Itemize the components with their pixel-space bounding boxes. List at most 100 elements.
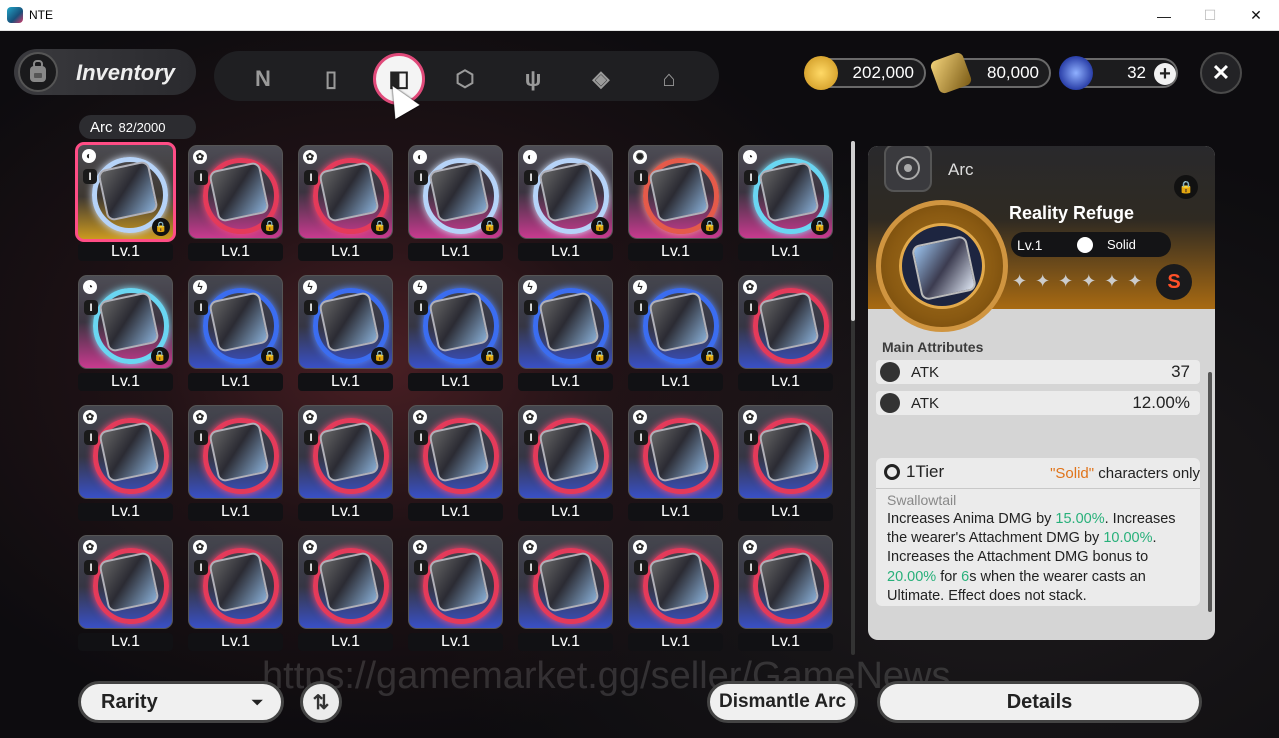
arc-item[interactable]: ✿ I Lv.1 xyxy=(184,531,286,651)
details-button[interactable]: Details xyxy=(877,681,1202,723)
arc-item-level: Lv.1 xyxy=(408,243,503,261)
dismantle-arc-button[interactable]: Dismantle Arc xyxy=(707,681,858,723)
arc-class-icon: ✿ xyxy=(523,540,537,554)
currency-ticket: 80,000 xyxy=(929,51,1051,95)
arc-level: Lv.1 xyxy=(1017,236,1043,253)
arc-item[interactable]: ✿ I Lv.1 xyxy=(294,401,396,521)
arc-item[interactable]: ✿ I Lv.1 xyxy=(74,401,176,521)
tab-home[interactable]: ⌂ xyxy=(647,57,691,101)
arc-item-art: ◔ I 🔒 xyxy=(78,275,173,369)
grid-scroll-thumb[interactable] xyxy=(851,141,855,321)
arc-disc-art xyxy=(758,291,820,353)
tier-marker: I xyxy=(304,430,318,445)
arc-item[interactable]: ✿ I Lv.1 xyxy=(514,531,616,651)
arc-item[interactable]: ✿ I Lv.1 xyxy=(734,271,836,391)
arc-item[interactable]: ◔ I 🔒 Lv.1 xyxy=(734,141,836,261)
arc-item-art: ϟ I 🔒 xyxy=(408,275,503,369)
arc-item[interactable]: ϟ I 🔒 Lv.1 xyxy=(624,271,726,391)
arc-class-icon: ϟ xyxy=(523,280,537,294)
tab-n-logo[interactable]: N xyxy=(241,57,285,101)
arc-item[interactable]: ✿ I Lv.1 xyxy=(624,531,726,651)
arc-item[interactable]: ✿ I Lv.1 xyxy=(74,531,176,651)
arc-item[interactable]: ϟ I 🔒 Lv.1 xyxy=(514,271,616,391)
tier-marker: I xyxy=(744,170,758,185)
tab-utensils[interactable]: ψ xyxy=(511,57,555,101)
arc-item[interactable]: ϟ I 🔒 Lv.1 xyxy=(294,271,396,391)
tier-marker: I xyxy=(414,170,428,185)
gold-coin-icon xyxy=(804,56,838,90)
tab-cube[interactable]: ⬡ xyxy=(443,57,487,101)
arc-item[interactable]: ✿ I Lv.1 xyxy=(404,401,506,521)
arc-item[interactable]: ✿ I Lv.1 xyxy=(734,531,836,651)
arc-item[interactable]: ◐ I 🔒 Lv.1 xyxy=(404,141,506,261)
maximize-button[interactable]: ☐ xyxy=(1187,0,1233,31)
sort-order-button[interactable]: ⇅ xyxy=(300,681,342,723)
tier-marker: I xyxy=(524,300,538,315)
skill-name: Swallowtail xyxy=(887,492,957,508)
arc-class-icon: ✿ xyxy=(193,540,207,554)
tab-gem[interactable]: ◈ xyxy=(579,57,623,101)
arc-item-art: ✿ I 🔒 xyxy=(298,145,393,239)
tier-marker: I xyxy=(524,430,538,445)
arc-class-icon: ✿ xyxy=(193,150,207,164)
arc-disc-art xyxy=(758,421,820,483)
arc-disc-art xyxy=(648,161,710,223)
arc-item[interactable]: ✿ I 🔒 Lv.1 xyxy=(294,141,396,261)
arc-disc-art xyxy=(648,291,710,353)
arc-item[interactable]: ✿ I Lv.1 xyxy=(184,401,286,521)
app-icon xyxy=(7,7,23,23)
arc-item[interactable]: ◔ I 🔒 Lv.1 xyxy=(74,271,176,391)
arc-item[interactable]: ϟ I 🔒 Lv.1 xyxy=(184,271,286,391)
arc-item-level: Lv.1 xyxy=(298,633,393,651)
arc-item-art: ✿ I xyxy=(738,405,833,499)
arc-class-icon: ✿ xyxy=(413,410,427,424)
arc-class-label: Solid xyxy=(1107,237,1136,252)
n-logo-icon: N xyxy=(255,66,271,91)
arc-class-icon: ✿ xyxy=(633,540,647,554)
detail-category: Arc xyxy=(948,160,974,179)
arc-item[interactable]: ϟ I 🔒 Lv.1 xyxy=(404,271,506,391)
arc-item[interactable]: ✿ I Lv.1 xyxy=(404,531,506,651)
detail-lock-button[interactable]: 🔒 xyxy=(1174,175,1198,199)
arc-disc-art xyxy=(538,551,600,613)
arc-item-level: Lv.1 xyxy=(628,243,723,261)
home-icon: ⌂ xyxy=(662,66,676,91)
arc-item[interactable]: ◐ I 🔒 Lv.1 xyxy=(514,141,616,261)
highlight-value: 10.00% xyxy=(1103,530,1153,547)
rarity-dropdown[interactable]: Rarity ⏷ xyxy=(78,681,284,723)
tier-marker: I xyxy=(194,430,208,445)
tier-marker: I xyxy=(634,170,648,185)
arc-class-icon: ◐ xyxy=(413,150,427,164)
arc-item[interactable]: ✿ I Lv.1 xyxy=(624,401,726,521)
arc-level-pill: Lv.1 Solid xyxy=(1011,232,1171,257)
arc-disc-art xyxy=(428,161,490,223)
lock-icon: 🔒 xyxy=(701,217,719,235)
minimize-button[interactable]: — xyxy=(1141,0,1187,31)
tab-gameboy[interactable]: ▯ xyxy=(309,57,353,101)
currency-ticket-value: 80,000 xyxy=(987,63,1039,82)
arc-item-art: ✿ I xyxy=(628,405,723,499)
cube-icon: ⬡ xyxy=(455,66,475,91)
game-viewport: Inventory N ▯ ◧ ⬡ ψ ◈ ⌂ 202,000 80,000 32 + ✕ … xyxy=(0,31,1279,738)
arc-item[interactable]: ✿ I Lv.1 xyxy=(514,401,616,521)
detail-scrollbar[interactable] xyxy=(1208,372,1212,612)
arc-class-icon: ✿ xyxy=(303,150,317,164)
add-currency-button[interactable]: + xyxy=(1154,63,1176,85)
arc-item[interactable]: ✿ I Lv.1 xyxy=(734,401,836,521)
arc-count-value: 82/2000 xyxy=(118,119,166,135)
arc-item[interactable]: ✺ I 🔒 Lv.1 xyxy=(624,141,726,261)
arc-item-level: Lv.1 xyxy=(78,373,173,391)
arc-disc-art xyxy=(538,421,600,483)
arc-item[interactable]: ◐ I 🔒 Lv.1 xyxy=(74,141,176,261)
close-inventory-button[interactable]: ✕ xyxy=(1200,52,1242,94)
skill-description: Increases Anima DMG by 15.00%. Increases… xyxy=(887,510,1197,606)
arc-item-art: ✿ I xyxy=(518,405,613,499)
arc-item-art: ϟ I 🔒 xyxy=(628,275,723,369)
arc-item[interactable]: ✿ I 🔒 Lv.1 xyxy=(184,141,286,261)
tier-marker: I xyxy=(414,560,428,575)
arc-item-art: ϟ I 🔒 xyxy=(188,275,283,369)
attribute-row: ATK 12.00% xyxy=(876,391,1200,415)
window-close-button[interactable]: ✕ xyxy=(1233,0,1279,31)
arc-item[interactable]: ✿ I Lv.1 xyxy=(294,531,396,651)
arc-item-level: Lv.1 xyxy=(628,373,723,391)
